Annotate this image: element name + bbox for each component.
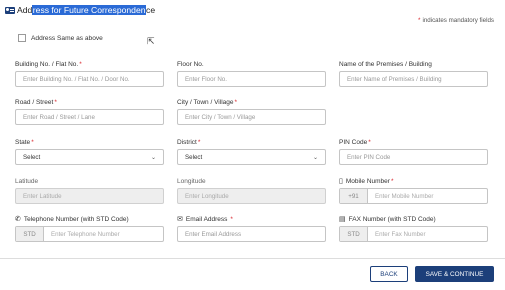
pin-input[interactable]: Enter PIN Code [339, 149, 488, 165]
same-as-above-row[interactable]: Address Same as above [18, 34, 103, 42]
longitude-input: Enter Longitude [177, 188, 326, 204]
required-asterisk: * [390, 177, 394, 185]
latitude-input: Enter Latitude [15, 188, 164, 204]
pin-label: PIN Code [339, 138, 368, 146]
required-asterisk: * [197, 138, 201, 146]
mobile-phone-icon: ▯ [339, 178, 343, 185]
longitude-field: Longitude Enter Longitude [177, 176, 326, 204]
premises-input[interactable]: Enter Name of Premises / Building [339, 71, 488, 87]
latitude-label: Latitude [15, 177, 39, 185]
telephone-label: Telephone Number (with STD Code) [23, 215, 129, 223]
road-input[interactable]: Enter Road / Street / Lane [15, 109, 164, 125]
telephone-input[interactable]: STD Enter Telephone Number [15, 226, 164, 242]
same-as-above-checkbox[interactable] [18, 34, 26, 42]
chevron-down-icon: ⌄ [150, 154, 156, 161]
road-label: Road / Street [15, 98, 54, 106]
email-label: Email Address [185, 215, 228, 223]
fax-icon: ▤ [339, 216, 346, 223]
road-field: Road / Street * Enter Road / Street / Lan… [15, 97, 164, 125]
mandatory-note-text: indicates mandatory fields [422, 17, 494, 24]
building-label: Building No. / Flat No. [15, 60, 79, 68]
std-code-input[interactable]: STD [16, 227, 44, 241]
title-text-selected: ress for Future Corresponden [32, 5, 147, 15]
title-text-start: Add [17, 5, 33, 15]
state-label: State [15, 138, 31, 146]
premises-label: Name of the Premises / Building [339, 60, 432, 68]
state-select-value: Select [23, 153, 41, 161]
email-field: ✉ Email Address * Enter Email Address [177, 214, 326, 242]
premises-field: Name of the Premises / Building Enter Na… [339, 59, 488, 87]
same-as-above-label: Address Same as above [31, 34, 103, 42]
chevron-down-icon: ⌄ [312, 154, 318, 161]
floor-input[interactable]: Enter Floor No. [177, 71, 326, 87]
mandatory-note: * indicates mandatory fields [418, 17, 494, 24]
telephone-placeholder: Enter Telephone Number [51, 230, 120, 238]
required-asterisk: * [230, 215, 233, 223]
floor-field: Floor No. Enter Floor No. [177, 59, 326, 87]
address-card-icon [5, 6, 15, 14]
mouse-cursor-icon: ⇱ [147, 36, 155, 46]
fax-input[interactable]: STD Enter Fax Number [339, 226, 488, 242]
state-field: State * Select ⌄ [15, 137, 164, 165]
envelope-icon: ✉ [177, 216, 183, 223]
country-code-prefix: +91 [340, 189, 368, 203]
footer-divider [0, 258, 505, 259]
email-input[interactable]: Enter Email Address [177, 226, 326, 242]
district-select-value: Select [185, 153, 203, 161]
building-field: Building No. / Flat No. * Enter Building … [15, 59, 164, 87]
fax-std-code-input[interactable]: STD [340, 227, 368, 241]
required-asterisk: * [418, 17, 421, 24]
building-input[interactable]: Enter Building No. / Flat No. / Door No. [15, 71, 164, 87]
save-continue-button[interactable]: SAVE & CONTINUE [415, 266, 494, 282]
mobile-input[interactable]: +91 Enter Mobile Number [339, 188, 488, 204]
district-label: District [177, 138, 197, 146]
telephone-icon: ✆ [15, 216, 21, 223]
city-input[interactable]: Enter City / Town / Village [177, 109, 326, 125]
required-asterisk: * [54, 98, 57, 106]
mobile-placeholder: Enter Mobile Number [375, 192, 434, 200]
pin-field: PIN Code * Enter PIN Code [339, 137, 488, 165]
city-label: City / Town / Village [177, 98, 234, 106]
required-asterisk: * [368, 138, 371, 146]
latitude-field: Latitude Enter Latitude [15, 176, 164, 204]
district-select[interactable]: Select ⌄ [177, 149, 326, 165]
telephone-field: ✆ Telephone Number (with STD Code) STD En… [15, 214, 164, 242]
required-asterisk: * [31, 138, 34, 146]
fax-label: FAX Number (with STD Code) [348, 215, 436, 223]
section-title: Add ress for Future Corresponden ce [5, 3, 155, 17]
floor-label: Floor No. [177, 60, 204, 68]
longitude-label: Longitude [177, 177, 206, 185]
required-asterisk: * [234, 98, 238, 106]
fax-field: ▤ FAX Number (with STD Code) STD Enter Fa… [339, 214, 488, 242]
mobile-field: ▯ Mobile Number * +91 Enter Mobile Number [339, 176, 488, 204]
fax-placeholder: Enter Fax Number [375, 230, 426, 238]
back-button[interactable]: BACK [370, 266, 408, 282]
city-field: City / Town / Village * Enter City / Town… [177, 97, 326, 125]
state-select[interactable]: Select ⌄ [15, 149, 164, 165]
mobile-label: Mobile Number [345, 177, 390, 185]
required-asterisk: * [79, 60, 82, 68]
district-field: District * Select ⌄ [177, 137, 326, 165]
title-text-end: ce [146, 5, 156, 15]
